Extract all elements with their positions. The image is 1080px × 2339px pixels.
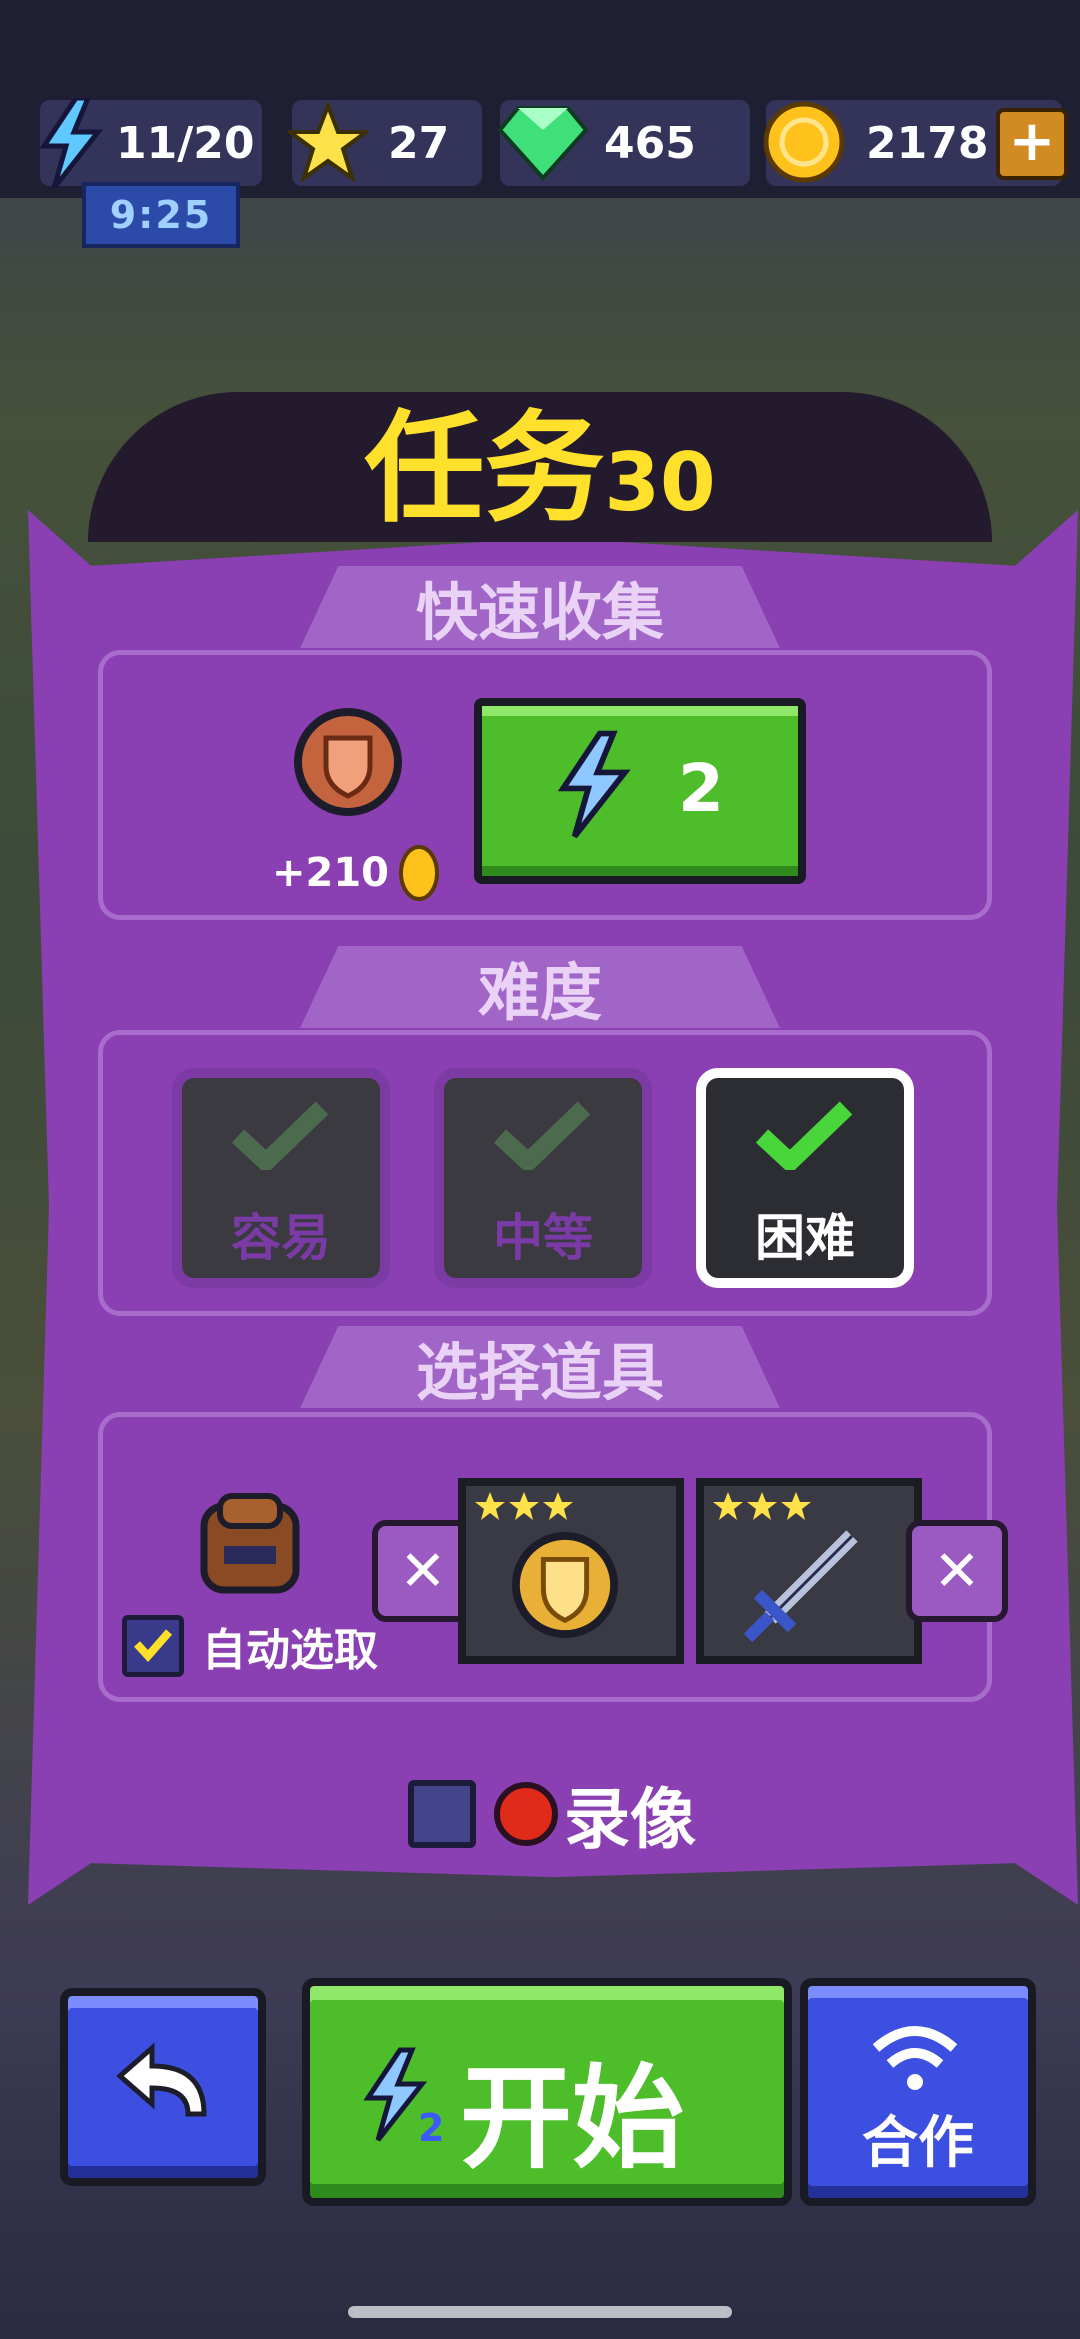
- stars-counter: 27: [288, 100, 482, 186]
- check-icon: [493, 1101, 591, 1170]
- auto-select-label: 自动选取: [202, 1625, 378, 1676]
- lightning-icon: [557, 730, 631, 839]
- add-coins-button[interactable]: +: [996, 108, 1068, 180]
- start-label: 开始: [460, 2054, 684, 2184]
- three-stars-icon: [475, 1492, 573, 1520]
- record-dot-icon: [494, 1782, 558, 1846]
- wifi-icon: [872, 2026, 958, 2090]
- gold-shield-medal-icon: [511, 1531, 619, 1639]
- difficulty-heading: 难度: [300, 946, 780, 1028]
- start-cost: 2: [418, 2106, 445, 2150]
- close-icon: ✕: [399, 1538, 447, 1604]
- difficulty-easy-label: 容易: [231, 1209, 331, 1267]
- auto-select-checkbox[interactable]: [122, 1615, 184, 1677]
- record-toggle[interactable]: 录像: [408, 1766, 696, 1862]
- difficulty-medium-label: 中等: [493, 1209, 593, 1267]
- stars-value: 27: [388, 117, 450, 169]
- item-slot-sword[interactable]: [696, 1478, 922, 1664]
- lightning-icon: [39, 98, 104, 188]
- record-label: 录像: [564, 1781, 696, 1858]
- quick-collect-button[interactable]: 2: [474, 698, 806, 884]
- back-arrow-icon: [116, 2042, 207, 2117]
- difficulty-hard-label: 困难: [755, 1209, 855, 1267]
- auto-select-toggle[interactable]: 自动选取: [122, 1614, 378, 1678]
- checkmark-icon: [134, 1629, 173, 1662]
- difficulty-medium-button[interactable]: 中等: [434, 1068, 652, 1288]
- reward-amount: +210: [272, 850, 390, 896]
- difficulty-hard-button[interactable]: 困难: [696, 1068, 914, 1288]
- energy-counter: 11/20: [39, 98, 262, 188]
- mission-number: 30: [604, 436, 716, 529]
- home-indicator: [348, 2306, 732, 2318]
- remove-sword-item-button[interactable]: ✕: [906, 1520, 1008, 1622]
- gold-coin-icon: [399, 845, 440, 901]
- check-icon: [231, 1101, 329, 1170]
- coop-label: 合作: [862, 2111, 974, 2176]
- coins-value: 2178: [866, 117, 989, 169]
- mission-title-text: 任务: [364, 400, 605, 539]
- close-icon: ✕: [933, 1538, 981, 1604]
- gems-value: 465: [604, 117, 696, 169]
- star-icon: [288, 102, 368, 182]
- mission-title: 任务30: [0, 400, 1080, 553]
- quick-collect-cost: 2: [678, 750, 724, 827]
- bronze-shield-medal-icon: [294, 708, 402, 816]
- quick-collect-heading: 快速收集: [300, 566, 780, 648]
- items-heading: 选择道具: [300, 1326, 780, 1408]
- record-checkbox[interactable]: [408, 1780, 476, 1848]
- coin-icon: [763, 101, 845, 183]
- coop-button[interactable]: 合作: [800, 1978, 1036, 2206]
- gems-counter: 465: [498, 100, 750, 186]
- item-slot-shield[interactable]: [458, 1478, 684, 1664]
- backpack-icon: [200, 1493, 300, 1594]
- energy-value: 11/20: [116, 117, 255, 169]
- coins-counter: 2178 +: [763, 100, 1068, 186]
- sword-icon: [743, 1530, 858, 1643]
- difficulty-easy-button[interactable]: 容易: [172, 1068, 390, 1288]
- quick-collect-reward: +210: [272, 844, 441, 902]
- gem-icon: [498, 106, 588, 181]
- energy-timer: 9:25: [82, 182, 240, 248]
- check-icon: [755, 1101, 853, 1170]
- plus-icon: +: [1008, 109, 1056, 174]
- three-stars-icon: [713, 1492, 811, 1520]
- back-button[interactable]: [60, 1988, 266, 2186]
- start-button[interactable]: 2 开始: [302, 1978, 792, 2206]
